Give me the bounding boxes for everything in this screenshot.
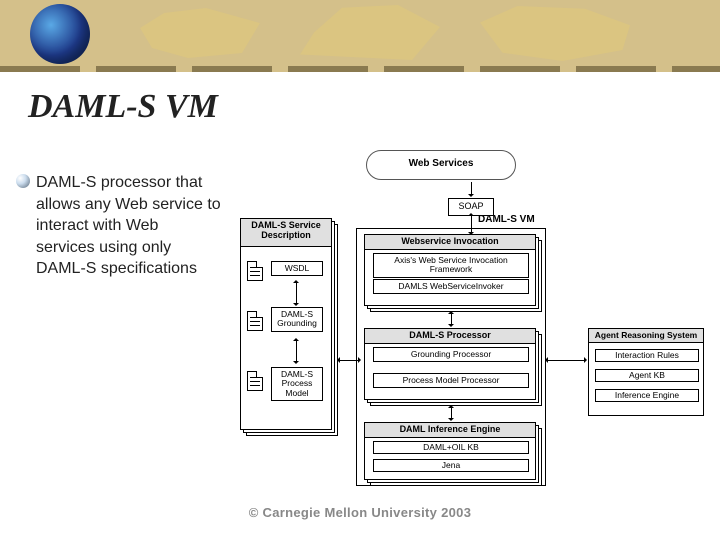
- bullet-icon: [16, 174, 30, 188]
- arrow-icon: [296, 339, 297, 363]
- arrow-icon: [296, 281, 297, 305]
- globe-icon: [30, 4, 90, 64]
- page-icon: [247, 371, 263, 391]
- jena-box: Jena: [373, 459, 529, 472]
- pmproc-box: Process Model Processor: [373, 373, 529, 388]
- invoker-box: DAMLS WebServiceInvoker: [373, 279, 529, 294]
- invocation-title: Webservice Invocation: [365, 235, 535, 250]
- header-decoration: [0, 0, 720, 72]
- agent-inference-box: Inference Engine: [595, 389, 699, 402]
- kb-box: DAML+OIL KB: [373, 441, 529, 454]
- wsdl-box: WSDL: [271, 261, 323, 276]
- agent-kb-box: Agent KB: [595, 369, 699, 382]
- page-icon: [247, 261, 263, 281]
- page-icon: [247, 311, 263, 331]
- axis-box: Axis's Web Service Invocation Framework: [373, 253, 529, 278]
- inference-title: DAML Inference Engine: [365, 423, 535, 438]
- architecture-diagram: Web Services SOAP DAML-S VM DAML-S Servi…: [236, 150, 706, 490]
- body-paragraph: DAML-S processor that allows any Web ser…: [36, 172, 221, 280]
- arrow-icon: [471, 182, 472, 196]
- arrow-icon: [338, 360, 360, 361]
- arrow-icon: [546, 360, 586, 361]
- service-description-title: DAML-S Service Description: [241, 219, 331, 247]
- grounding-proc-box: Grounding Processor: [373, 347, 529, 362]
- arrow-icon: [451, 406, 452, 420]
- web-services-cloud: Web Services: [366, 150, 516, 180]
- map-decoration: [140, 8, 260, 58]
- arrow-icon: [451, 312, 452, 326]
- slide-title: DAML-S VM: [28, 88, 218, 126]
- process-model-box: DAML-S Process Model: [271, 367, 323, 401]
- copyright-text: © Carnegie Mellon University 2003: [0, 505, 720, 520]
- agent-title: Agent Reasoning System: [589, 329, 703, 343]
- processor-title: DAML-S Processor: [365, 329, 535, 344]
- map-decoration: [300, 5, 440, 60]
- interaction-rules-box: Interaction Rules: [595, 349, 699, 362]
- map-decoration: [480, 6, 630, 61]
- vm-label: DAML-S VM: [478, 214, 535, 225]
- grounding-box: DAML-S Grounding: [271, 307, 323, 332]
- agent-reasoning-box: Agent Reasoning System Interaction Rules…: [588, 328, 704, 416]
